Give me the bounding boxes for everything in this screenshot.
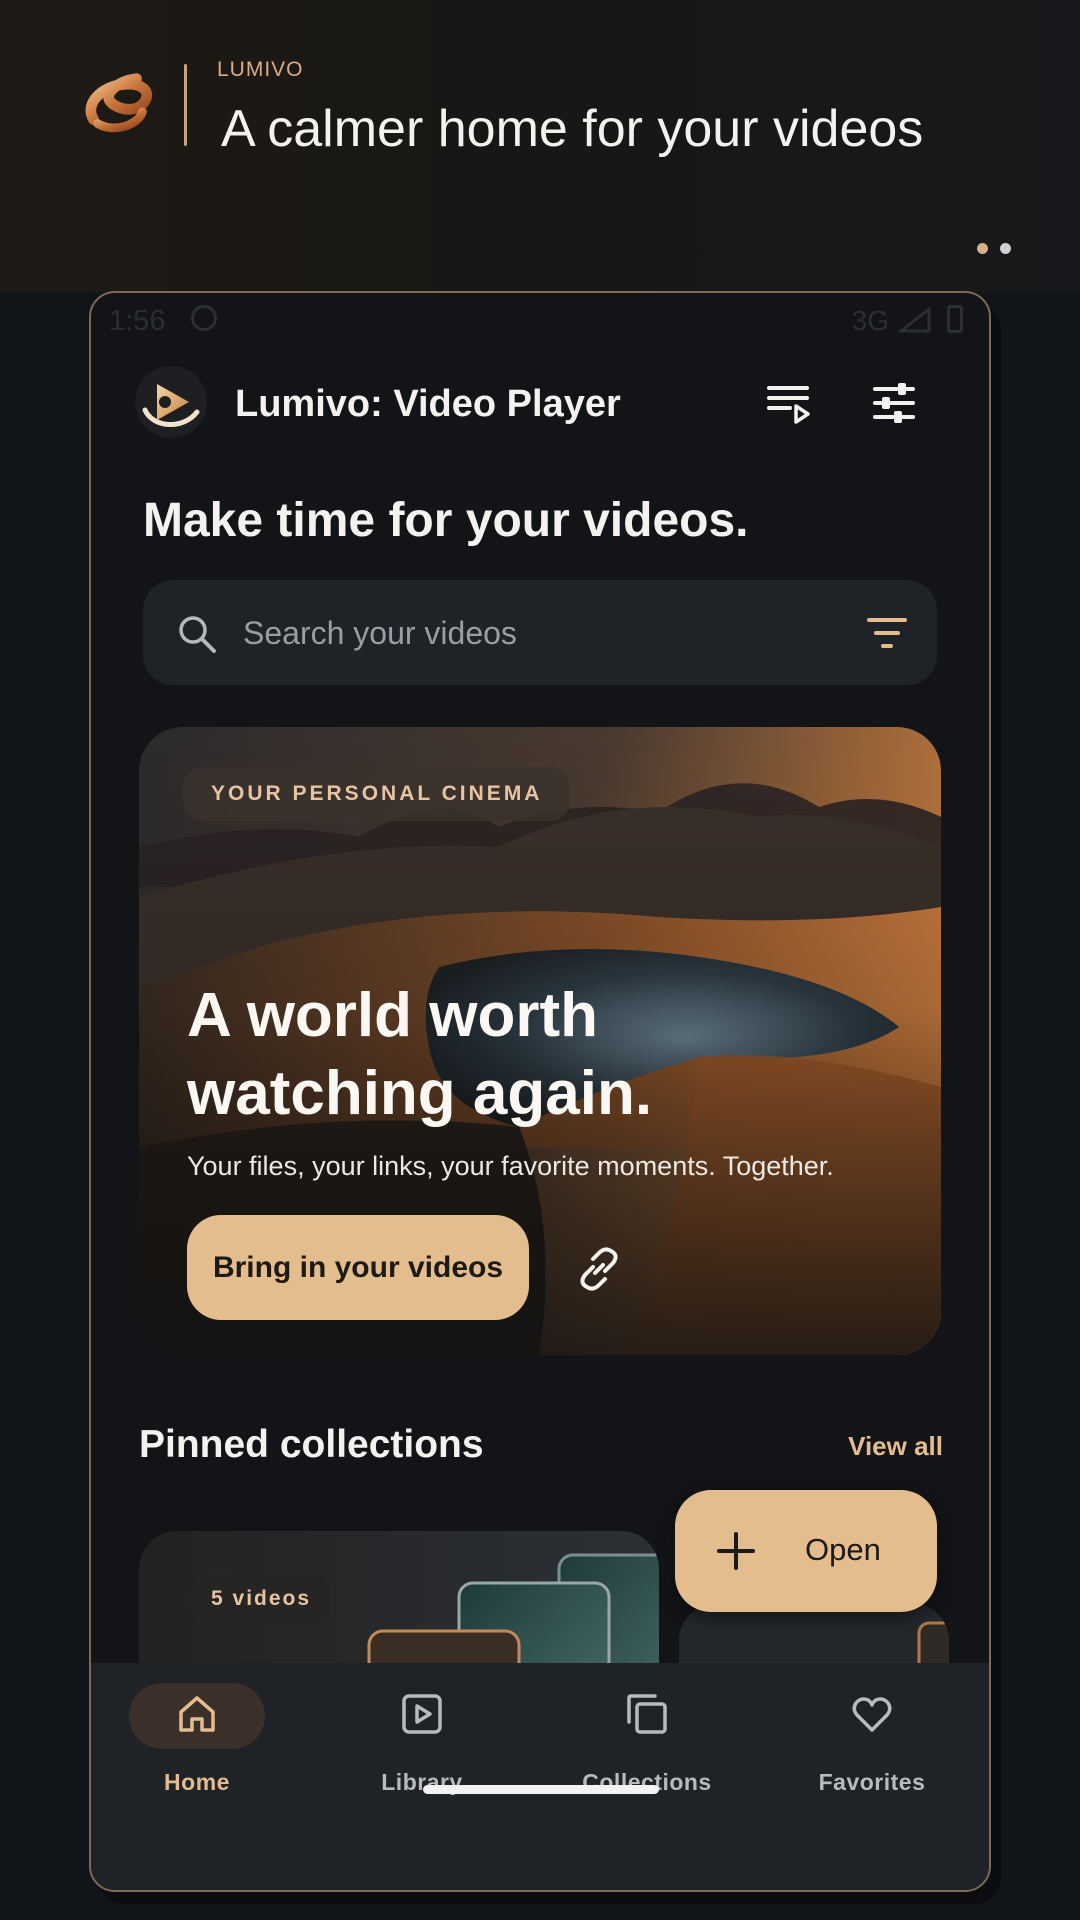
page-dot-active[interactable] <box>977 243 988 254</box>
collection-count-badge: 5 videos <box>191 1571 332 1627</box>
app-title: Lumivo: Video Player <box>235 383 621 425</box>
playlist-button[interactable] <box>761 375 817 431</box>
promo-divider <box>184 64 187 146</box>
page-dot[interactable] <box>1000 243 1011 254</box>
play-swirl-logo-icon <box>142 384 200 427</box>
playlist-play-icon <box>767 386 810 424</box>
page-indicator <box>977 243 1011 254</box>
app-logo <box>135 366 207 438</box>
tune-sliders-icon <box>873 383 915 423</box>
search-bar[interactable] <box>143 580 937 685</box>
pinned-collections-title: Pinned collections <box>139 1423 484 1466</box>
search-icon <box>179 616 216 653</box>
nav-favorites-label: Favorites <box>818 1769 926 1795</box>
app-bar: Lumivo: Video Player <box>91 363 989 443</box>
link-icon[interactable] <box>571 1241 627 1297</box>
promo-brand: LUMIVO <box>217 58 304 81</box>
hero-eyebrow-badge: YOUR PERSONAL CINEMA <box>183 767 571 821</box>
fab-label: Open <box>805 1532 881 1567</box>
page-headline: Make time for your videos. <box>143 494 749 547</box>
hero-title: A world worth watching again. <box>187 981 653 1128</box>
plus-icon <box>717 1532 755 1570</box>
nav-favorites[interactable]: Favorites <box>777 1679 967 1799</box>
do-not-disturb-icon <box>191 305 217 331</box>
heart-icon <box>852 1697 892 1732</box>
view-all-link[interactable]: View all <box>848 1431 943 1462</box>
hero-card[interactable]: YOUR PERSONAL CINEMA A world worth watch… <box>139 727 941 1355</box>
play-square-icon <box>402 1694 442 1734</box>
battery-icon <box>947 305 963 333</box>
lumivo-ribbon-logo-icon <box>85 73 153 133</box>
bottom-navigation: Home Library Collections Favorites <box>91 1663 989 1890</box>
nav-home[interactable]: Home <box>102 1679 292 1799</box>
import-videos-button[interactable]: Bring in your videos <box>187 1215 529 1320</box>
nav-home-label: Home <box>164 1769 230 1795</box>
signal-icon <box>899 307 931 333</box>
filter-icon[interactable] <box>867 614 907 652</box>
phone-frame: 1:56 3G Lumivo: Video Player Make time f… <box>89 291 991 1892</box>
nav-library[interactable]: Library <box>327 1679 517 1799</box>
gesture-home-indicator[interactable] <box>423 1785 659 1794</box>
stacked-squares-icon <box>627 1694 667 1734</box>
status-bar: 1:56 3G <box>91 293 989 345</box>
status-time: 1:56 <box>109 305 166 337</box>
promo-header: LUMIVO A calmer home for your videos <box>0 0 1080 292</box>
hero-subtitle: Your files, your links, your favorite mo… <box>187 1151 834 1181</box>
search-input[interactable] <box>243 608 803 658</box>
settings-button[interactable] <box>866 375 922 431</box>
promo-tagline: A calmer home for your videos <box>221 100 924 158</box>
network-type: 3G <box>851 305 889 336</box>
home-icon <box>179 1696 215 1732</box>
nav-collections[interactable]: Collections <box>552 1679 742 1799</box>
open-fab[interactable]: Open <box>675 1490 937 1612</box>
